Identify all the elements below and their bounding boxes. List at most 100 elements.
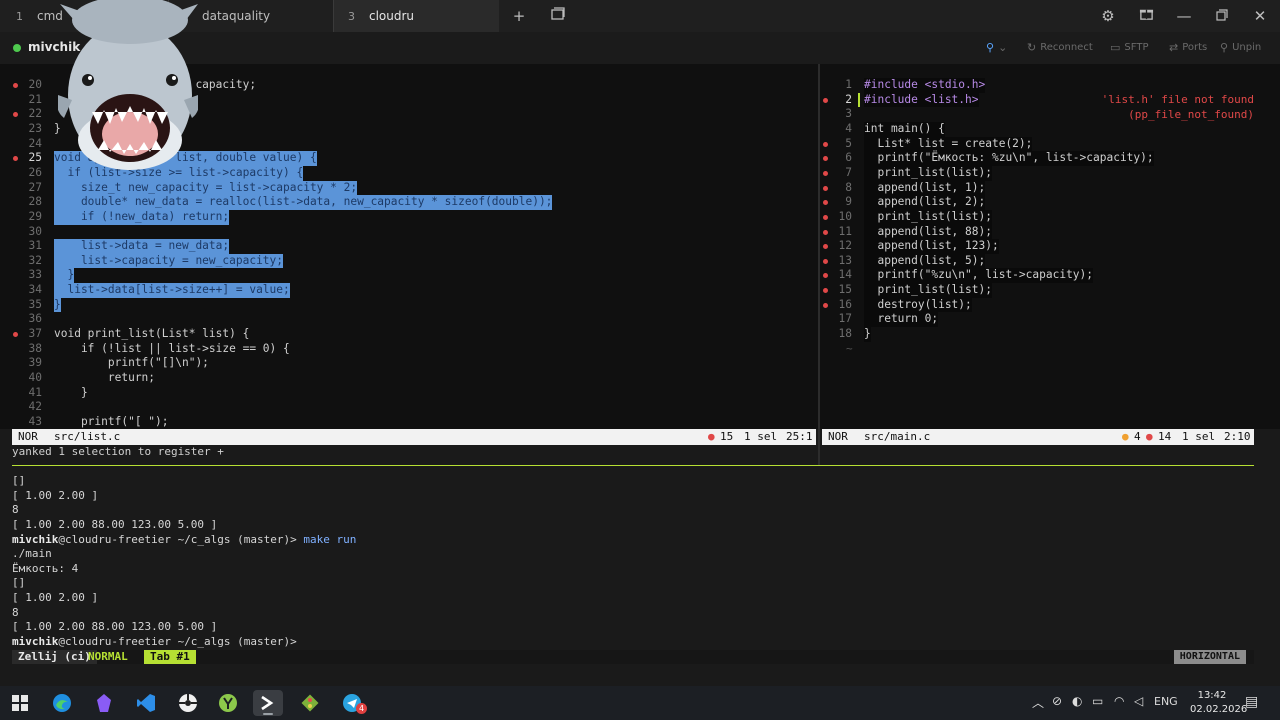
tab-label: dataquality <box>202 9 271 23</box>
code-line[interactable]: 28 double* new_data = realloc(list->data… <box>0 195 818 210</box>
terminal-pane[interactable]: [][ 1.00 2.00 ] 8[ 1.00 2.00 88.00 123.00… <box>12 474 1252 650</box>
windows-start-icon[interactable] <box>5 690 35 716</box>
prompt-user: mivchik <box>12 635 59 649</box>
close-icon[interactable]: ✕ <box>1250 6 1270 26</box>
zellij-tab[interactable]: Tab #1 <box>144 650 196 664</box>
code-text: append(list, 88); <box>864 224 992 240</box>
line-number: 5 <box>845 136 852 150</box>
telegram-icon[interactable]: 4 <box>337 690 367 716</box>
code-line[interactable]: 4 int main() { <box>820 121 1280 137</box>
code-text: append(list, 5); <box>864 253 986 269</box>
editor-pane-main-c[interactable]: 'list.h' file not found (pp_file_not_fou… <box>820 64 1280 429</box>
shark-avatar-overlay <box>58 0 198 170</box>
code-line[interactable]: 40 return; <box>0 371 818 386</box>
minimize-icon[interactable]: — <box>1174 6 1194 26</box>
new-tab-icon[interactable]: + <box>509 6 529 26</box>
code-line[interactable]: 35} <box>0 297 818 313</box>
code-line[interactable]: 3 <box>820 107 1280 122</box>
line-number: 27 <box>28 180 42 194</box>
terminal-app-icon[interactable] <box>253 690 283 716</box>
hidden-cloud-icon[interactable]: ⊘ <box>1052 694 1062 708</box>
unpin-button[interactable]: ⚲ Unpin <box>1220 41 1261 54</box>
code-line[interactable]: 13 append(list, 5); <box>820 253 1280 269</box>
pinball-ball-icon[interactable] <box>173 690 203 716</box>
tab-3[interactable]: 3 cloudru <box>334 0 499 32</box>
tab-overview-icon[interactable] <box>548 6 568 26</box>
unpin-icon: ⚲ <box>1220 41 1229 54</box>
code-line[interactable]: 9 append(list, 2); <box>820 195 1280 210</box>
code-line[interactable]: 41 } <box>0 386 818 401</box>
wifi-icon[interactable]: ◠ <box>1114 694 1124 708</box>
chevron-up-icon[interactable]: ︿ <box>1032 694 1044 711</box>
green-app-icon[interactable] <box>213 690 243 716</box>
pin-icon[interactable]: ⚲ ⌄ <box>986 41 1007 54</box>
line-number: 1 <box>845 78 852 91</box>
terminal-output-line: Ёмкость: 4 <box>12 561 79 575</box>
code-line[interactable]: 39 printf("[]\n"); <box>0 356 818 371</box>
code-line[interactable]: 38 if (!list || list->size == 0) { <box>0 342 818 357</box>
sftp-button[interactable]: ▭ SFTP <box>1110 41 1148 54</box>
mode-indicator: NOR <box>828 430 848 443</box>
code-text: if (!new_data) return; <box>54 209 230 225</box>
code-line[interactable]: 12 append(list, 123); <box>820 239 1280 254</box>
line-number: 30 <box>28 224 42 238</box>
clock[interactable]: 13:42 02.02.2026 <box>1190 689 1247 717</box>
code-line[interactable]: 36 <box>0 312 818 327</box>
code-line[interactable]: 14 printf("%zu\n", list->capacity); <box>820 268 1280 284</box>
code-line[interactable]: 33 } <box>0 268 818 284</box>
code-line[interactable]: 43 printf("[ "); <box>0 415 818 429</box>
code-line[interactable]: 17 return 0; <box>820 312 1280 328</box>
gift-icon[interactable] <box>1136 6 1156 26</box>
reconnect-button[interactable]: ↻ Reconnect <box>1027 41 1093 54</box>
code-line[interactable]: 15 print_list(list); <box>820 283 1280 298</box>
warning-dot-icon: ● <box>1122 430 1129 443</box>
mode-indicator: NOR <box>18 430 38 443</box>
ports-button[interactable]: ⇄ Ports <box>1169 41 1207 54</box>
connection-status-dot <box>13 44 21 52</box>
edge-browser-icon[interactable] <box>47 690 77 716</box>
notifications-icon[interactable]: ▤ <box>1245 694 1258 710</box>
code-line[interactable]: 27 size_t new_capacity = list->capacity … <box>0 180 818 196</box>
input-language[interactable]: ENG <box>1154 695 1178 708</box>
obsidian-icon[interactable] <box>89 690 119 716</box>
code-text: list->capacity = new_capacity; <box>54 253 284 269</box>
code-line[interactable]: 8 append(list, 1); <box>820 180 1280 196</box>
code-line[interactable]: 32 list->capacity = new_capacity; <box>0 253 818 269</box>
code-line[interactable]: 7 print_list(list); <box>820 165 1280 181</box>
code-line[interactable]: 1 #include <stdio.h> <box>820 78 1280 93</box>
terminal-output-line: [ 1.00 2.00 88.00 123.00 5.00 ] <box>12 620 218 634</box>
line-number: 15 <box>838 283 852 297</box>
pane-divider[interactable] <box>818 64 820 464</box>
code-line[interactable]: 18} <box>820 327 1280 342</box>
maximize-icon[interactable] <box>1212 6 1232 26</box>
security-icon[interactable]: ◐ <box>1072 694 1082 708</box>
line-number: 21 <box>28 92 42 106</box>
code-line[interactable]: 11 append(list, 88); <box>820 224 1280 240</box>
vscode-icon[interactable] <box>131 690 161 716</box>
code-line[interactable]: 42 <box>0 400 818 415</box>
code-line[interactable]: 10 print_list(list); <box>820 209 1280 225</box>
git-tool-icon[interactable] <box>295 690 325 716</box>
code-line[interactable]: 6 printf("Ёмкость: %zu\n", list->capacit… <box>820 151 1280 166</box>
line-number: 20 <box>28 78 42 91</box>
line-number: 9 <box>845 195 852 209</box>
active-indicator <box>263 713 273 715</box>
line-number: 8 <box>845 180 852 194</box>
volume-icon[interactable]: ◁ <box>1134 694 1143 708</box>
code-line[interactable]: 5 List* list = create(2); <box>820 136 1280 152</box>
code-line[interactable]: 34 list->data[list->size++] = value; <box>0 283 818 298</box>
code-line[interactable]: 30 <box>0 225 818 240</box>
code-text: List* list = create(2); <box>864 136 1033 152</box>
line-number: 7 <box>845 165 852 179</box>
code-text: return; <box>54 371 156 384</box>
code-line[interactable]: 2 #include <list.h> <box>820 92 1280 108</box>
code-line[interactable]: 16 destroy(list); <box>820 297 1280 313</box>
network-icon[interactable]: ▭ <box>1092 694 1103 708</box>
code-line[interactable]: 37 void print_list(List* list) { <box>0 327 818 342</box>
line-number: 18 <box>838 327 852 341</box>
line-number: 11 <box>838 224 852 238</box>
code-line[interactable]: 31 list->data = new_data; <box>0 239 818 254</box>
gear-icon[interactable]: ⚙ <box>1098 6 1118 26</box>
code-line[interactable]: 29 if (!new_data) return; <box>0 209 818 225</box>
terminal-output-line: [ 1.00 2.00 ] <box>12 488 99 502</box>
